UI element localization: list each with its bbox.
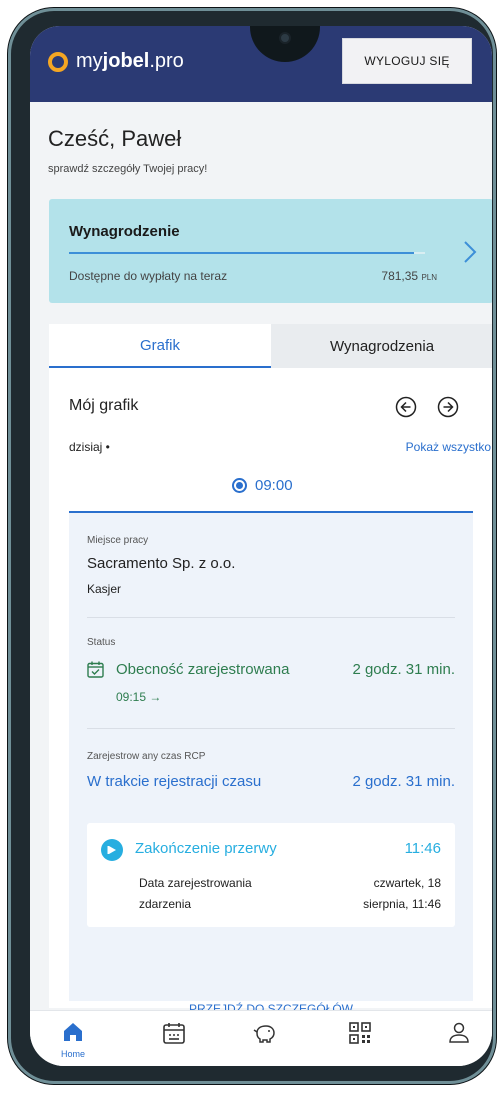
event-date-label-line2: zdarzenia [139, 897, 192, 911]
play-glyph [107, 846, 116, 854]
arrow-left-circle-icon[interactable] [395, 396, 417, 418]
show-all-link[interactable]: Pokaż wszystko [406, 440, 491, 454]
divider [87, 728, 455, 729]
nav-schedule[interactable] [162, 1021, 188, 1057]
time-option[interactable]: 09:00 [232, 477, 293, 494]
salary-progress-fill [69, 252, 415, 254]
shift-details: Miejsce pracy Sacramento Sp. z o.o. Kasj… [69, 513, 473, 1001]
nav-savings[interactable] [252, 1021, 278, 1057]
salary-title: Wynagrodzenie [69, 223, 180, 240]
phone-frame: myjobel.pro WYLOGUJ SIĘ Cześć, Paweł spr… [8, 8, 496, 1084]
calendar-icon [163, 1023, 185, 1044]
qr-code-icon [349, 1022, 371, 1044]
event-card: Zakończenie przerwy 11:46 Data zarejestr… [87, 823, 455, 927]
rcp-row: W trakcie rejestracji czasu 2 godz. 31 m… [87, 773, 455, 795]
greeting-title: Cześć, Paweł [48, 126, 182, 151]
calendar-check-icon [87, 661, 104, 678]
bottom-navigation: Home [30, 1010, 492, 1066]
tab-grafik[interactable]: Grafik [49, 324, 271, 368]
status-time: 09:15 → [116, 690, 162, 704]
status-row: Obecność zarejestrowana 2 godz. 31 min. [87, 659, 455, 681]
tab-wynagrodzenia[interactable]: Wynagrodzenia [271, 324, 492, 368]
day-label: dzisiaj • [69, 440, 110, 454]
status-text: Obecność zarejestrowana [116, 661, 290, 678]
logo-text: myjobel.pro [76, 50, 184, 72]
salary-card[interactable]: Wynagrodzenie Dostępne do wypłaty na ter… [49, 199, 492, 303]
app-logo: myjobel.pro [48, 50, 184, 73]
app-screen: myjobel.pro WYLOGUJ SIĘ Cześć, Paweł spr… [30, 26, 492, 1066]
event-date-value: czwartek, 18 sierpnia, 11:46 [311, 873, 441, 915]
user-icon [449, 1022, 469, 1043]
workplace-name: Sacramento Sp. z o.o. [87, 555, 236, 572]
time-option-label: 09:00 [255, 477, 293, 494]
rcp-status-text: W trakcie rejestracji czasu [87, 773, 262, 790]
schedule-panel: Mój grafik dzisiaj • Pokaż wszystko 09:0… [49, 368, 492, 1026]
arrow-right-circle-icon[interactable] [437, 396, 459, 418]
camera-icon [279, 32, 291, 44]
greeting-subtitle: sprawdź szczegóły Twojej pracy! [48, 163, 208, 175]
logout-button[interactable]: WYLOGUJ SIĘ [342, 38, 472, 84]
nav-profile[interactable] [448, 1021, 474, 1057]
workplace-label: Miejsce pracy [87, 535, 149, 546]
chevron-right-icon[interactable] [461, 239, 479, 265]
salary-amount: 781,35 PLN [381, 269, 437, 283]
home-icon [64, 1023, 82, 1041]
piggy-bank-icon [253, 1025, 275, 1043]
status-duration: 2 godz. 31 min. [352, 661, 455, 678]
event-title: Zakończenie przerwy [135, 840, 277, 857]
event-date-value-line2: sierpnia, 11:46 [363, 897, 441, 911]
salary-progress-bar [69, 252, 425, 254]
schedule-title: Mój grafik [69, 397, 139, 414]
event-date-label-line1: Data zarejestrowania [139, 876, 252, 890]
logo-ring-icon [48, 51, 68, 72]
play-icon [101, 839, 123, 861]
nav-home-label: Home [61, 1049, 86, 1059]
rcp-duration: 2 godz. 31 min. [352, 773, 455, 790]
event-date-label: Data zarejestrowania zdarzenia [139, 873, 299, 915]
divider [87, 617, 455, 618]
event-date-value-line1: czwartek, 18 [373, 876, 441, 890]
salary-available-label: Dostępne do wypłaty na teraz [69, 269, 228, 283]
rcp-label: Zarejestrow any czas RCP [87, 751, 206, 762]
job-role: Kasjer [87, 582, 122, 596]
radio-selected-icon [232, 478, 247, 493]
event-time: 11:46 [404, 840, 441, 857]
nav-qr[interactable] [348, 1021, 374, 1057]
status-label: Status [87, 637, 116, 648]
